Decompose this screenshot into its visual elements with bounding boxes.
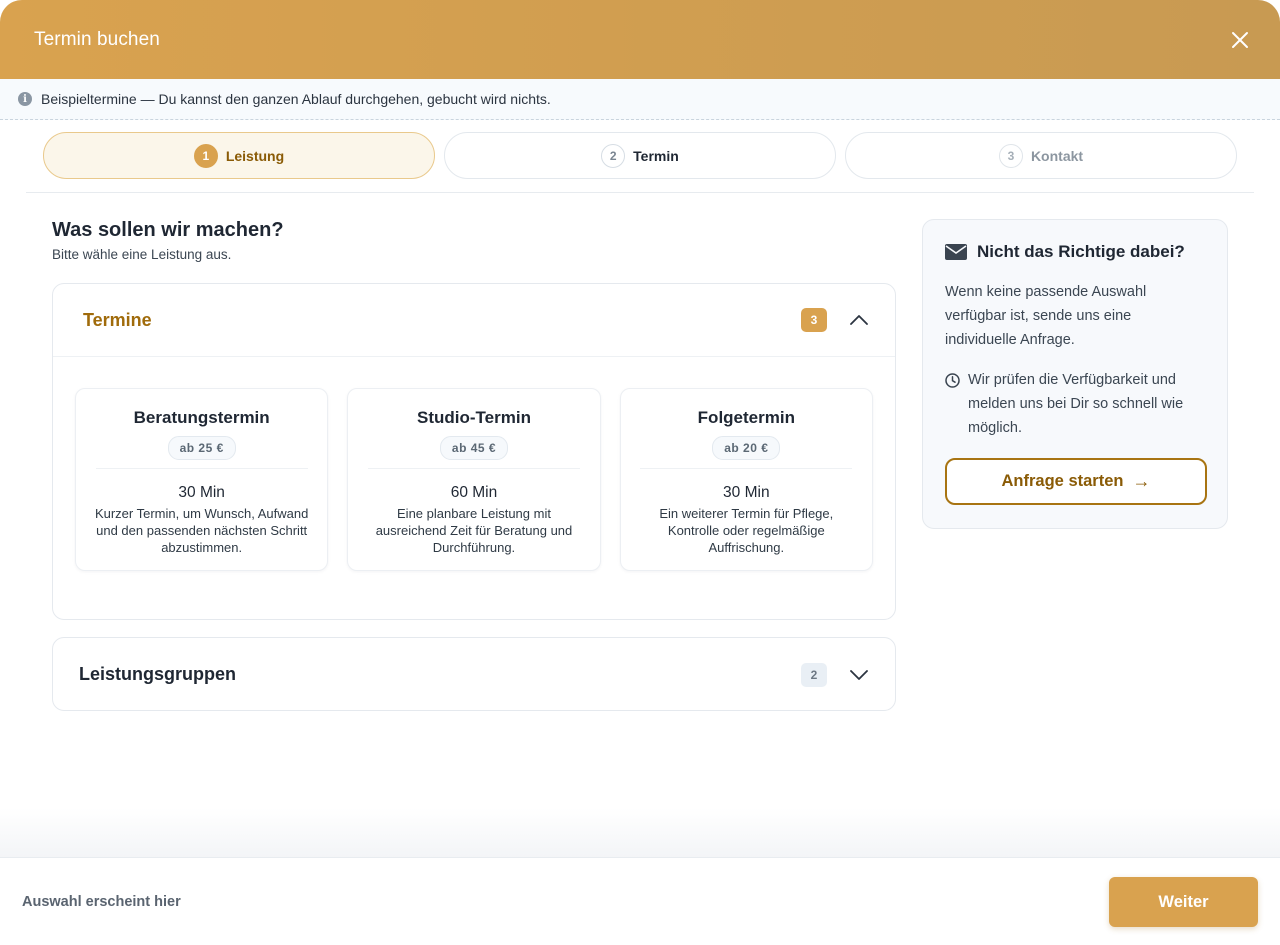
selection-summary: Auswahl erscheint hier: [22, 894, 181, 910]
button-label: Anfrage starten: [1001, 472, 1124, 490]
service-cards: Beratungstermin ab 25 € 30 Min Kurzer Te…: [53, 357, 895, 571]
envelope-icon: [945, 244, 967, 260]
step-kontakt[interactable]: 3 Kontakt: [845, 132, 1237, 179]
close-button[interactable]: [1226, 26, 1254, 54]
price-badge: ab 25 €: [167, 436, 236, 460]
card-divider: [640, 468, 853, 469]
next-button[interactable]: Weiter: [1109, 877, 1258, 927]
service-card-beratungstermin[interactable]: Beratungstermin ab 25 € 30 Min Kurzer Te…: [75, 388, 329, 571]
accordion-title: Leistungsgruppen: [79, 664, 236, 684]
card-divider: [367, 468, 580, 469]
card-title: Beratungstermin: [133, 408, 270, 427]
modal-title: Termin buchen: [34, 28, 160, 50]
info-text: Beispieltermine — Du kannst den ganzen A…: [41, 91, 551, 107]
panel-note: Wir prüfen die Verfügbarkeit und melden …: [968, 372, 1184, 436]
step-termin[interactable]: 2 Termin: [444, 132, 836, 179]
service-card-folgetermin[interactable]: Folgetermin ab 20 € 30 Min Ein weiterer …: [619, 388, 873, 571]
step-label: Kontakt: [1030, 147, 1084, 164]
panel-text: Wenn keine passende Auswahl verfügbar is…: [945, 284, 1147, 348]
page-title: Was sollen wir machen?: [52, 219, 284, 241]
chevron-down-icon: [849, 665, 869, 685]
step-number: 1: [193, 143, 218, 168]
info-icon: i: [18, 92, 32, 106]
info-banner: i Beispieltermine — Du kannst den ganzen…: [0, 79, 1280, 120]
card-duration: 60 Min: [450, 484, 498, 501]
card-duration: 30 Min: [723, 484, 770, 501]
panel-title: Nicht das Richtige dabei?: [977, 242, 1185, 261]
card-divider: [95, 468, 308, 469]
modal-header: Termin buchen: [0, 0, 1280, 79]
booking-modal: Termin buchen i Beispieltermine — Du kan…: [0, 0, 1280, 945]
step-label: Termin: [633, 147, 679, 164]
chevron-up-icon: [849, 310, 869, 330]
footer-shadow: [0, 808, 1280, 858]
step-number: 3: [998, 143, 1023, 168]
count-badge: 3: [801, 308, 827, 332]
custom-request-panel: Nicht das Richtige dabei? Wenn keine pas…: [922, 219, 1228, 529]
page-subtitle: Bitte wähle eine Leistung aus.: [52, 247, 232, 262]
accordion-termine: Termine 3 Beratungstermin ab 25 € 30 Min…: [52, 283, 896, 620]
step-label: Leistung: [225, 147, 285, 164]
card-duration: 30 Min: [178, 484, 225, 501]
arrow-right-icon: →: [1132, 471, 1151, 491]
accordion-header-termine[interactable]: Termine 3: [53, 284, 895, 357]
card-title: Folgetermin: [697, 408, 795, 427]
card-description: Eine planbare Leistung mit ausreichend Z…: [375, 506, 573, 555]
card-description: Kurzer Termin, um Wunsch, Aufwand und de…: [94, 506, 309, 555]
service-card-studio-termin[interactable]: Studio-Termin ab 45 € 60 Min Eine planba…: [347, 388, 601, 571]
card-description: Ein weiterer Termin für Pflege, Kontroll…: [659, 506, 834, 555]
price-badge: ab 45 €: [439, 436, 509, 460]
start-request-button[interactable]: Anfrage starten →: [945, 458, 1207, 505]
price-badge: ab 20 €: [712, 436, 781, 460]
clock-icon: [945, 373, 960, 388]
accordion-header-leistungsgruppen[interactable]: Leistungsgruppen 2: [53, 638, 895, 711]
step-indicator: 1 Leistung 2 Termin 3 Kontakt: [26, 120, 1254, 193]
count-badge: 2: [801, 662, 827, 687]
accordion-leistungsgruppen: Leistungsgruppen 2: [52, 637, 896, 711]
step-leistung[interactable]: 1 Leistung: [43, 132, 435, 179]
close-icon: [1232, 31, 1248, 48]
accordion-title: Termine: [83, 309, 152, 330]
modal-footer: Auswahl erscheint hier Weiter: [0, 857, 1280, 945]
card-title: Studio-Termin: [417, 408, 531, 427]
step-number: 2: [601, 143, 626, 168]
